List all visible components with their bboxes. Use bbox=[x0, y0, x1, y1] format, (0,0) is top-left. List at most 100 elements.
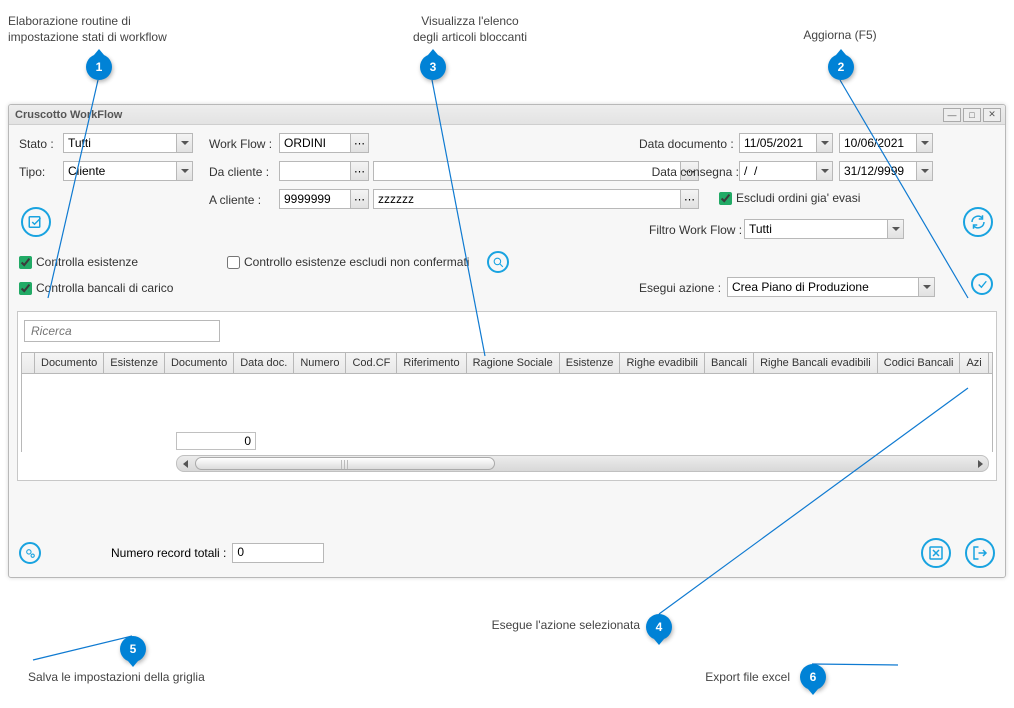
app-window: Cruscotto WorkFlow — □ ✕ Stato : Work Fl… bbox=[8, 104, 1006, 578]
grid-column-header[interactable]: Numero bbox=[294, 353, 346, 373]
grid-h-scrollbar[interactable] bbox=[176, 455, 989, 472]
filtrowf-dropdown-button[interactable] bbox=[887, 220, 903, 238]
controllo-escludi-label: Controllo esistenze escludi non conferma… bbox=[244, 255, 469, 269]
stato-dropdown-button[interactable] bbox=[176, 134, 192, 152]
window-minimize-button[interactable]: — bbox=[943, 108, 961, 122]
controlla-bancali-input[interactable] bbox=[19, 282, 32, 295]
dacliente-name-input[interactable] bbox=[374, 162, 680, 180]
tipo-dropdown-button[interactable] bbox=[176, 162, 192, 180]
stato-label: Stato : bbox=[19, 137, 54, 151]
controllo-escludi-input[interactable] bbox=[227, 256, 240, 269]
esegui-azione-dropdown-button[interactable] bbox=[918, 278, 934, 296]
acliente-name-browse-button[interactable]: ⋯ bbox=[680, 190, 698, 208]
datacons-from-dropdown[interactable] bbox=[816, 162, 832, 180]
datadoc-from-combo[interactable] bbox=[739, 133, 833, 153]
dacliente-input[interactable] bbox=[280, 162, 350, 180]
annotation-label-5: Salva le impostazioni della griglia bbox=[28, 670, 288, 686]
save-grid-settings-button[interactable] bbox=[19, 542, 41, 564]
exit-icon bbox=[971, 544, 989, 562]
check-icon bbox=[976, 278, 989, 291]
data-grid: DocumentoEsistenzeDocumentoData doc.Nume… bbox=[17, 311, 997, 481]
filtrowf-combo[interactable] bbox=[744, 219, 904, 239]
controlla-bancali-checkbox[interactable]: Controlla bancali di carico bbox=[19, 281, 173, 295]
bottom-bar: Numero record totali : 0 bbox=[9, 529, 1005, 577]
grid-column-header[interactable]: Azi bbox=[960, 353, 988, 373]
filtrowf-label: Filtro Work Flow : bbox=[649, 223, 742, 237]
exit-button[interactable] bbox=[965, 538, 995, 568]
scroll-left-button[interactable] bbox=[177, 456, 193, 471]
tipo-input[interactable] bbox=[64, 162, 176, 180]
controlla-bancali-label: Controlla bancali di carico bbox=[36, 281, 173, 295]
controlla-esistenze-checkbox[interactable]: Controlla esistenze bbox=[19, 255, 138, 269]
grid-column-header[interactable]: Righe Bancali evadibili bbox=[754, 353, 878, 373]
grid-search-input[interactable] bbox=[25, 321, 219, 341]
scroll-thumb[interactable] bbox=[195, 457, 495, 470]
datacons-label: Data consegna : bbox=[639, 165, 739, 179]
refresh-button[interactable] bbox=[963, 207, 993, 237]
grid-search-box[interactable] bbox=[24, 320, 220, 342]
datacons-from-combo[interactable] bbox=[739, 161, 833, 181]
export-excel-button[interactable] bbox=[921, 538, 951, 568]
datadoc-from-input[interactable] bbox=[740, 134, 816, 152]
tipo-label: Tipo: bbox=[19, 165, 45, 179]
view-blocking-articles-button[interactable] bbox=[487, 251, 509, 273]
execute-action-button[interactable] bbox=[971, 273, 993, 295]
grid-header[interactable]: DocumentoEsistenzeDocumentoData doc.Nume… bbox=[21, 352, 993, 374]
datadoc-to-input[interactable] bbox=[840, 134, 916, 152]
escludi-evasi-input[interactable] bbox=[719, 192, 732, 205]
controlla-esistenze-input[interactable] bbox=[19, 256, 32, 269]
scroll-right-button[interactable] bbox=[972, 456, 988, 471]
record-count-value: 0 bbox=[232, 543, 324, 563]
acliente-combo[interactable]: ⋯ bbox=[279, 189, 369, 209]
datadoc-label: Data documento : bbox=[639, 137, 734, 151]
datadoc-to-combo[interactable] bbox=[839, 133, 933, 153]
grid-column-header[interactable]: Documento bbox=[165, 353, 234, 373]
callout-3: 3 bbox=[420, 54, 446, 80]
elaborate-workflow-button[interactable] bbox=[21, 207, 51, 237]
acliente-input[interactable] bbox=[280, 190, 350, 208]
grid-column-header[interactable]: Cod.CF bbox=[346, 353, 397, 373]
grid-column-header[interactable]: Ragione Sociale bbox=[467, 353, 560, 373]
workflow-browse-button[interactable]: ⋯ bbox=[350, 134, 368, 152]
record-count-label: Numero record totali : bbox=[111, 546, 226, 560]
datacons-to-input[interactable] bbox=[840, 162, 916, 180]
datacons-to-dropdown[interactable] bbox=[916, 162, 932, 180]
excel-icon bbox=[927, 544, 945, 562]
grid-column-header[interactable]: Riferimento bbox=[397, 353, 466, 373]
window-close-button[interactable]: ✕ bbox=[983, 108, 1001, 122]
grid-footer: 0 bbox=[21, 432, 993, 476]
esegui-azione-combo[interactable] bbox=[727, 277, 935, 297]
window-maximize-button[interactable]: □ bbox=[963, 108, 981, 122]
acliente-name-input[interactable] bbox=[374, 190, 680, 208]
grid-column-header[interactable]: Esistenze bbox=[104, 353, 165, 373]
annotation-label-4: Esegue l'azione selezionata bbox=[440, 618, 640, 634]
workflow-input[interactable] bbox=[280, 134, 350, 152]
grid-column-header[interactable]: Data doc. bbox=[234, 353, 294, 373]
stato-input[interactable] bbox=[64, 134, 176, 152]
datadoc-from-dropdown[interactable] bbox=[816, 134, 832, 152]
stato-combo[interactable] bbox=[63, 133, 193, 153]
grid-column-header[interactable]: Codici Bancali bbox=[878, 353, 961, 373]
datacons-to-combo[interactable] bbox=[839, 161, 933, 181]
escludi-evasi-checkbox[interactable]: Escludi ordini gia' evasi bbox=[719, 191, 860, 205]
tipo-combo[interactable] bbox=[63, 161, 193, 181]
grid-column-header[interactable]: Esistenze bbox=[560, 353, 621, 373]
controllo-escludi-checkbox[interactable]: Controllo esistenze escludi non conferma… bbox=[227, 255, 469, 269]
checkbox-edit-icon bbox=[27, 213, 45, 231]
workflow-combo[interactable]: ⋯ bbox=[279, 133, 369, 153]
acliente-name-combo[interactable]: ⋯ bbox=[373, 189, 699, 209]
datacons-from-input[interactable] bbox=[740, 162, 816, 180]
dacliente-browse-button[interactable]: ⋯ bbox=[350, 162, 368, 180]
grid-column-header[interactable]: Righe evadibili bbox=[620, 353, 705, 373]
filtrowf-input[interactable] bbox=[745, 220, 887, 238]
acliente-label: A cliente : bbox=[209, 193, 261, 207]
datadoc-to-dropdown[interactable] bbox=[916, 134, 932, 152]
escludi-evasi-label: Escludi ordini gia' evasi bbox=[736, 191, 860, 205]
grid-column-header[interactable]: Bancali bbox=[705, 353, 754, 373]
gear-icon bbox=[24, 547, 37, 560]
dacliente-combo[interactable]: ⋯ bbox=[279, 161, 369, 181]
esegui-azione-input[interactable] bbox=[728, 278, 918, 296]
acliente-browse-button[interactable]: ⋯ bbox=[350, 190, 368, 208]
grid-column-header[interactable] bbox=[22, 353, 35, 373]
grid-column-header[interactable]: Documento bbox=[35, 353, 104, 373]
